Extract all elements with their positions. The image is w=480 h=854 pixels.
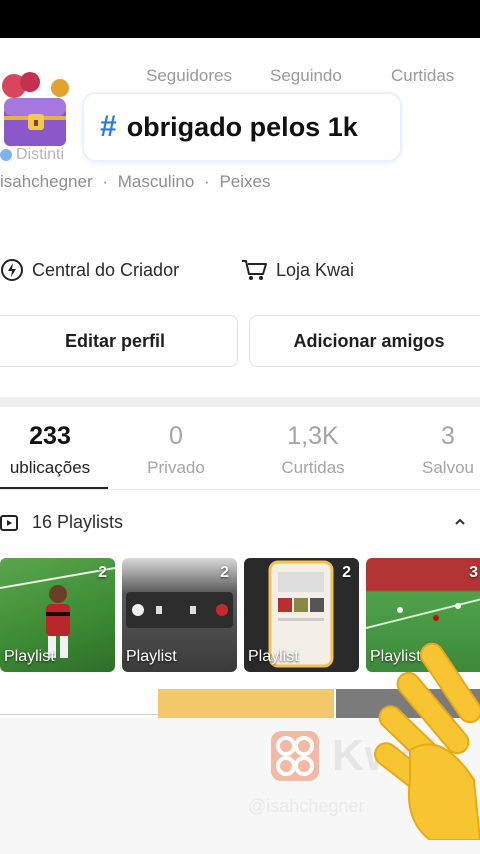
cart-icon <box>242 260 267 280</box>
playlist-thumbnail[interactable]: 2 Playlist <box>122 558 237 672</box>
banner-text: obrigado pelos 1k <box>126 111 358 142</box>
content-preview-thumbnail[interactable] <box>158 689 334 718</box>
tab-likes[interactable]: 1,3K Curtidas <box>262 420 364 478</box>
chevron-up-icon[interactable] <box>454 516 466 528</box>
username: isahchegner <box>0 172 93 191</box>
verified-row: Distinti <box>0 146 64 164</box>
tab-count: 0 <box>169 422 183 450</box>
following-label[interactable]: Seguindo <box>270 66 391 86</box>
content-tabs: 233 ublicações 0 Privado 1,3K Curtidas 3… <box>0 420 480 490</box>
tab-count: 1,3K <box>287 422 339 450</box>
tab-count: 233 <box>29 422 71 450</box>
creator-center-label: Central do Criador <box>32 259 180 280</box>
gender: Masculino <box>117 172 195 191</box>
tab-publications[interactable]: 233 ublicações <box>0 420 106 478</box>
tab-saved[interactable]: 3 Salvou <box>408 420 480 478</box>
tab-private[interactable]: 0 Privado <box>130 420 222 478</box>
waving-hand-icon <box>374 642 480 840</box>
playlist-count: 2 <box>98 564 107 581</box>
profile-stat-labels: Seguidores Seguindo Curtidas <box>146 66 480 86</box>
playlist-label: Playlist <box>4 648 55 665</box>
playlist-label: Playlist <box>126 648 177 665</box>
playlist-thumbnail[interactable]: 2 Playlist <box>0 558 115 672</box>
zodiac-sign: Peixes <box>219 172 271 191</box>
avatar[interactable] <box>0 72 72 152</box>
meta-separator: · <box>204 172 210 191</box>
profile-meta: isahchegner · Masculino · Peixes <box>0 172 275 192</box>
tab-label: ublicações <box>9 458 91 477</box>
playlists-header[interactable]: 16 Playlists <box>0 512 480 533</box>
add-friends-button[interactable]: Adicionar amigos <box>249 315 480 367</box>
hashtag-banner[interactable]: # obrigado pelos 1k <box>82 92 402 162</box>
hashtag-symbol: # <box>100 110 117 143</box>
playlists-count-label: 16 Playlists <box>32 512 124 532</box>
profile-screen: Seguidores Seguindo Curtidas # obrigado … <box>0 38 480 718</box>
tab-count: 3 <box>441 422 455 450</box>
treasure-chest-icon <box>2 72 69 146</box>
playlist-icon <box>0 514 18 531</box>
creator-center-link[interactable]: Central do Criador <box>0 258 240 282</box>
tab-label: Salvou <box>422 458 474 477</box>
tabs-bottom-rule <box>0 489 480 490</box>
playlist-count: 2 <box>220 564 229 581</box>
followers-label[interactable]: Seguidores <box>146 66 270 86</box>
verified-badge-icon <box>0 149 12 161</box>
verified-text: Distinti <box>16 146 65 163</box>
edit-profile-button[interactable]: Editar perfil <box>0 315 238 367</box>
likes-label[interactable]: Curtidas <box>391 66 454 86</box>
quick-links: Central do Criador Loja Kwai <box>0 258 480 282</box>
playlist-label: Playlist <box>248 648 299 665</box>
strip-rule <box>0 714 158 715</box>
kwai-logo-icon <box>271 731 319 781</box>
section-divider <box>0 397 480 407</box>
kwai-shop-link[interactable]: Loja Kwai <box>240 258 354 282</box>
playlist-thumbnail[interactable]: 2 Playlist <box>244 558 359 672</box>
meta-separator: · <box>102 172 109 191</box>
top-black-bar <box>0 0 480 38</box>
tab-label: Curtidas <box>281 458 345 477</box>
playlist-count: 3 <box>469 564 478 581</box>
lightning-icon <box>1 259 23 281</box>
playlist-count: 2 <box>342 564 351 581</box>
profile-action-buttons: Editar perfil Adicionar amigos <box>0 315 480 367</box>
watermark-handle: @isahchegner <box>248 796 365 816</box>
kwai-shop-label: Loja Kwai <box>276 259 355 280</box>
tab-label: Privado <box>147 458 205 477</box>
